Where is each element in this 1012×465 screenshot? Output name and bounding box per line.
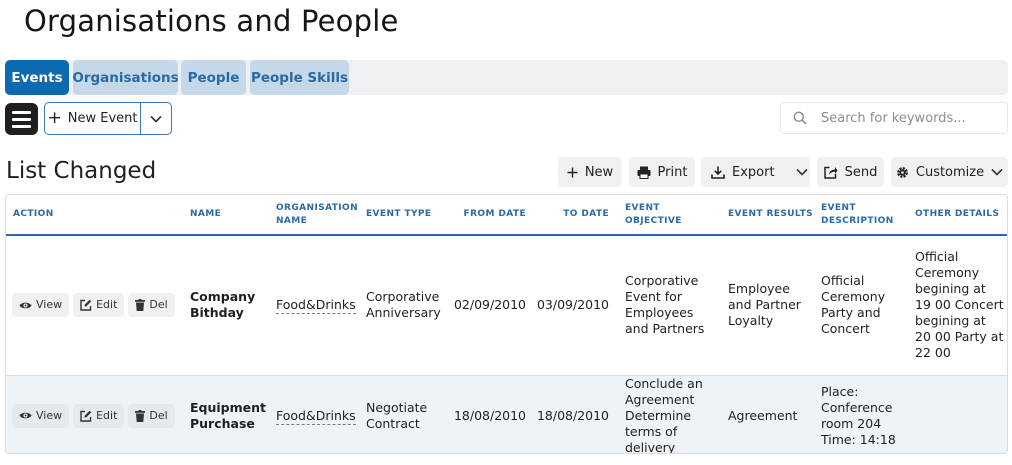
customize-button[interactable]: Customize [891,157,1008,187]
list-title: List Changed [6,158,157,184]
column-header-event-description[interactable]: Event Description [817,195,911,236]
edit-button-label: Edit [96,408,118,422]
table-row: View Edit Del Company Bithday Food&Drink… [6,235,1007,375]
new-button[interactable]: New [558,157,622,187]
column-header-to-date[interactable]: To Date [530,195,613,236]
cell-name: Company Bithday [190,289,256,321]
new-event-dropdown-button[interactable] [141,103,171,134]
print-button-label: Print [657,164,688,180]
search-icon [781,111,819,125]
print-button[interactable]: Print [629,157,695,187]
cell-from-date: 18/08/2010 [448,374,530,453]
search-input[interactable] [819,104,1007,132]
edit-button[interactable]: Edit [73,403,125,428]
edit-icon [80,410,92,422]
tab-bar: Events Organisations People People Skill… [5,60,1008,95]
organisation-link[interactable]: Food&Drinks [276,297,356,315]
delete-button[interactable]: Del [128,293,175,318]
organisation-link[interactable]: Food&Drinks [276,407,356,425]
cell-event-type: Corporative Anniversary [366,289,441,321]
chevron-down-icon [795,168,808,176]
eye-icon [19,302,32,309]
column-header-event-results[interactable]: Event Results [724,195,817,236]
row-actions: View Edit Del [6,374,186,453]
export-button[interactable]: Export [701,157,810,187]
tab-people-skills[interactable]: People Skills [250,60,349,95]
view-button[interactable]: View [12,403,70,428]
edit-icon [80,300,92,311]
send-button[interactable]: Send [817,157,884,187]
cell-to-date: 03/09/2010 [536,297,609,313]
chevron-down-icon [991,168,1003,176]
table-header-row: Action Name Organisation Name Event Type… [6,195,1007,236]
download-icon [711,166,725,179]
column-header-name[interactable]: Name [186,195,272,236]
hamburger-icon [12,110,31,114]
plus-icon: + [47,108,62,128]
cell-to-date: 18/08/2010 [530,374,613,453]
new-button-label: New [584,164,614,180]
view-button-label: View [36,408,63,422]
eye-icon [19,412,32,419]
cell-from-date: 02/09/2010 [453,297,526,313]
cell-other-details: Official Ceremony begining at 19 00 Conc… [915,249,1004,361]
column-header-other-details[interactable]: Other Details [911,195,1007,236]
tab-events[interactable]: Events [5,60,69,95]
delete-button-label: Del [149,408,168,422]
gear-icon [896,166,908,178]
share-icon [823,166,838,179]
cell-event-type: Negotiate Contract [362,374,448,453]
printer-icon [637,166,651,179]
edit-button[interactable]: Edit [73,293,125,318]
row-actions: View Edit Del [6,235,186,375]
cell-event-results: Agreement [724,374,817,453]
table-row: View Edit Del Equipment Purchase Food&Dr… [6,374,1007,453]
cell-other-details [911,374,1007,453]
tab-people[interactable]: People [181,60,246,95]
events-table: Action Name Organisation Name Event Type… [5,194,1008,454]
cell-event-objective: Corporative Event for Employees and Part… [625,273,705,337]
export-button-label: Export [732,164,775,180]
customize-button-label: Customize [915,164,985,180]
view-button[interactable]: View [12,293,70,318]
page-title: Organisations and People [24,4,399,38]
delete-button-label: Del [149,298,168,312]
trash-icon [135,299,146,312]
hamburger-menu-button[interactable] [5,103,38,135]
cell-event-results: Employee and Partner Loyalty [728,281,801,329]
delete-button[interactable]: Del [128,403,175,428]
cell-event-description: Place: Conference room 204 Time: 14:18 [817,374,911,453]
column-header-from-date[interactable]: From Date [448,195,530,236]
new-event-button-group: + New Event [44,102,172,135]
chevron-down-icon [150,115,162,123]
plus-icon [567,167,578,177]
column-header-event-type[interactable]: Event Type [362,195,448,236]
cell-organisation: Food&Drinks [272,374,362,453]
edit-button-label: Edit [96,298,118,312]
cell-name: Equipment Purchase [186,374,272,453]
send-button-label: Send [844,164,878,180]
tab-organisations[interactable]: Organisations [72,60,179,95]
new-event-button[interactable]: + New Event [45,103,141,134]
column-header-action[interactable]: Action [6,195,186,236]
cell-organisation: Food&Drinks [272,235,362,375]
cell-event-description: Official Ceremony Party and Concert [821,273,886,337]
new-event-label: New Event [67,111,138,126]
cell-event-objective: Conclude an Agreement Determine terms of… [613,374,724,453]
view-button-label: View [36,298,63,312]
column-header-event-objective[interactable]: Event Objective [613,195,724,236]
trash-icon [135,409,146,422]
column-header-organisation-name[interactable]: Organisation Name [272,195,362,236]
search-box [780,102,1008,134]
